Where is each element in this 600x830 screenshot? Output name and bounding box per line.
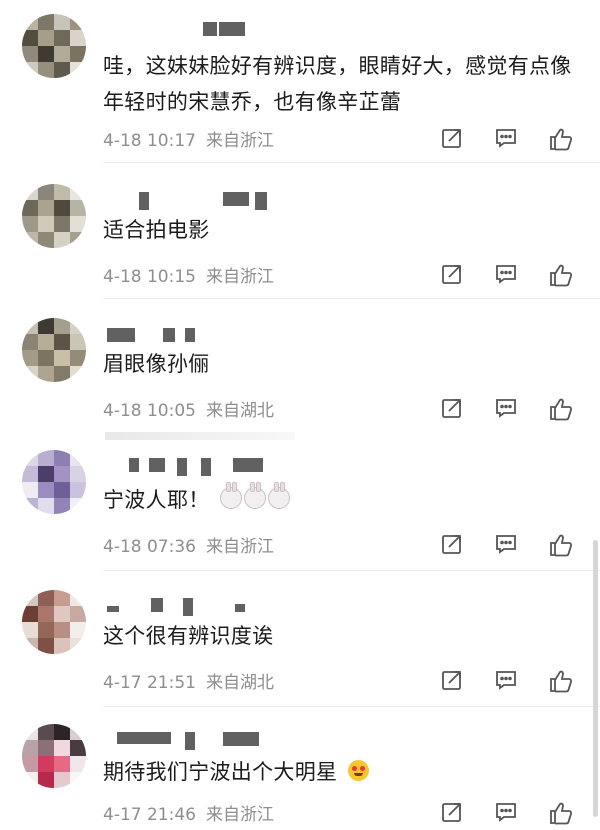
avatar[interactable]: [22, 14, 86, 78]
rabbit-face-icon: [268, 482, 291, 509]
comment-actions: [440, 528, 580, 562]
comment-icon[interactable]: [494, 668, 518, 692]
share-icon[interactable]: [440, 262, 464, 286]
divider: [103, 570, 600, 571]
username-blurred[interactable]: [105, 328, 325, 344]
comment-actions: [440, 122, 580, 156]
comment-location: 来自湖北: [205, 673, 274, 693]
divider: [105, 432, 295, 440]
comment-text: 适合拍电影: [103, 218, 210, 242]
username-blurred[interactable]: [105, 732, 325, 750]
like-icon[interactable]: [548, 532, 574, 558]
comment-time: 4-18 10:05: [103, 401, 196, 421]
comment-actions: [440, 664, 580, 698]
comment-time: 4-18 10:17: [103, 131, 196, 151]
comment-meta: 4-18 10:05 来自湖北: [103, 396, 274, 421]
scrollbar[interactable]: [593, 540, 598, 817]
comment-actions: [440, 258, 580, 292]
comment-icon[interactable]: [494, 262, 518, 286]
comment-location: 来自浙江: [205, 537, 274, 557]
username-blurred[interactable]: [105, 192, 325, 210]
avatar[interactable]: [22, 450, 86, 514]
comment-text: 宁波人耶！: [103, 482, 573, 518]
comment-icon[interactable]: [494, 396, 518, 420]
comment-icon[interactable]: [494, 126, 518, 150]
comment-time: 4-17 21:51: [103, 673, 196, 693]
comment-actions: [440, 392, 580, 426]
divider: [103, 298, 600, 299]
like-icon[interactable]: [548, 800, 574, 826]
comment-meta: 4-18 10:17 来自浙江: [103, 126, 274, 151]
like-icon[interactable]: [548, 396, 574, 422]
comment-meta: 4-18 10:15 来自浙江: [103, 262, 274, 287]
username-blurred[interactable]: [105, 598, 325, 616]
comment-location: 来自浙江: [205, 805, 274, 825]
comment-text: 这个很有辨识度诶: [103, 624, 274, 648]
share-icon[interactable]: [440, 126, 464, 150]
avatar[interactable]: [22, 590, 86, 654]
divider: [103, 706, 600, 707]
like-icon[interactable]: [548, 668, 574, 694]
comment-text: 哇，这妹妹脸好有辨识度，眼睛好大，感觉有点像年轻时的宋慧乔，也有像辛芷蕾: [103, 54, 572, 114]
share-icon[interactable]: [440, 800, 464, 824]
comment-location: 来自浙江: [205, 267, 274, 287]
comment-location: 来自浙江: [205, 131, 274, 151]
comment-time: 4-18 10:15: [103, 267, 196, 287]
comment-actions: [440, 796, 580, 830]
rabbit-face-icon: [220, 482, 243, 509]
rabbit-face-icon: [244, 482, 267, 509]
share-icon[interactable]: [440, 668, 464, 692]
share-icon[interactable]: [440, 396, 464, 420]
username-blurred[interactable]: [105, 458, 325, 476]
comment-icon[interactable]: [494, 800, 518, 824]
comment-meta: 4-18 07:36 来自浙江: [103, 532, 274, 557]
comment-meta: 4-17 21:51 来自湖北: [103, 668, 274, 693]
heart-eyes-face-icon: [348, 760, 370, 781]
comment-text: 期待我们宁波出个大明星: [103, 754, 573, 790]
avatar[interactable]: [22, 724, 86, 788]
comment-text: 眉眼像孙俪: [103, 352, 210, 376]
avatar[interactable]: [22, 184, 86, 248]
comment-time: 4-17 21:46: [103, 805, 196, 825]
username-blurred[interactable]: [105, 22, 325, 38]
comment-location: 来自湖北: [205, 401, 274, 421]
like-icon[interactable]: [548, 126, 574, 152]
comment-text-label: 宁波人耶！: [103, 488, 210, 512]
avatar[interactable]: [22, 318, 86, 382]
share-icon[interactable]: [440, 532, 464, 556]
divider: [103, 162, 600, 163]
comment-icon[interactable]: [494, 532, 518, 556]
like-icon[interactable]: [548, 262, 574, 288]
comment-text-label: 期待我们宁波出个大明星: [103, 760, 338, 784]
comment-time: 4-18 07:36: [103, 537, 196, 557]
comment-meta: 4-17 21:46 来自浙江: [103, 800, 274, 825]
